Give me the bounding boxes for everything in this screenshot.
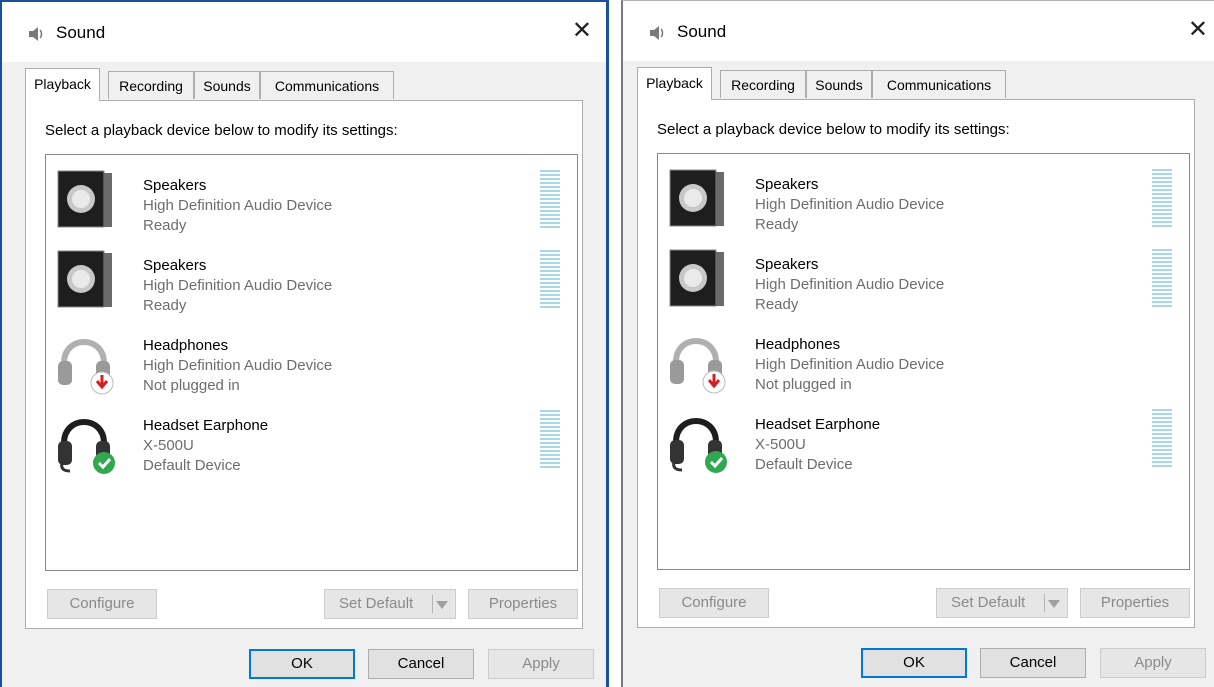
sound-dialog-right: Sound ✕ Playback Recording Sounds Commun… [621,0,1214,687]
headset-default-icon [58,419,115,474]
device-name: Headset Earphone [755,416,881,433]
device-status: Ready [143,297,187,314]
headphones-unplugged-icon [670,338,726,394]
playback-panel: Select a playback device below to modify… [637,99,1195,628]
speaker-icon [669,249,724,307]
device-name: Speakers [143,177,207,194]
split-divider [432,595,433,613]
chevron-down-icon[interactable] [436,601,448,609]
configure-button[interactable]: Configure [659,588,769,618]
instruction-text: Select a playback device below to modify… [657,121,1010,138]
tab-communications[interactable]: Communications [260,71,394,99]
instruction-text: Select a playback device below to modify… [45,122,398,139]
ok-button[interactable]: OK [249,649,355,679]
playback-panel: Select a playback device below to modify… [25,100,583,629]
device-description: X-500U [143,437,194,454]
tab-recording[interactable]: Recording [108,71,194,99]
properties-button[interactable]: Properties [468,589,578,619]
list-item[interactable]: Speakers High Definition Audio Device Re… [46,240,577,320]
device-description: High Definition Audio Device [143,197,333,214]
speaker-icon [669,169,724,227]
device-status: Not plugged in [755,376,852,393]
level-meter [540,250,560,310]
tab-sounds[interactable]: Sounds [194,71,260,99]
speaker-icon [650,26,664,40]
properties-button[interactable]: Properties [1080,588,1190,618]
list-item[interactable]: Headset Earphone X-500U Default Device [46,400,577,480]
set-default-label: Set Default [951,594,1026,611]
cancel-button[interactable]: Cancel [980,648,1086,678]
list-item[interactable]: Speakers High Definition Audio Device Re… [658,239,1189,319]
level-meter [540,410,560,470]
tab-playback[interactable]: Playback [25,68,100,101]
sound-dialog-left: Sound ✕ Playback Recording Sounds Commun… [0,0,609,687]
device-name: Headset Earphone [143,417,269,434]
list-item[interactable]: Speakers High Definition Audio Device Re… [658,159,1189,239]
set-default-button[interactable]: Set Default [324,589,456,619]
window-title: Sound [56,23,106,42]
apply-button[interactable]: Apply [1100,648,1206,678]
level-meter [540,170,560,230]
device-status: Ready [143,217,187,234]
device-status: Default Device [755,456,853,473]
level-meter [1152,169,1172,229]
device-status: Default Device [143,457,241,474]
list-item[interactable]: Headset Earphone X-500U Default Device [658,399,1189,479]
device-description: High Definition Audio Device [143,357,333,374]
level-meter [1152,409,1172,469]
chevron-down-icon[interactable] [1048,600,1060,608]
device-description: High Definition Audio Device [143,277,333,294]
device-description: X-500U [755,436,806,453]
apply-button[interactable]: Apply [488,649,594,679]
title-bar: Sound ✕ [623,1,1214,61]
cancel-button[interactable]: Cancel [368,649,474,679]
level-meter [1152,249,1172,309]
list-item[interactable]: Headphones High Definition Audio Device … [46,320,577,400]
close-icon[interactable]: ✕ [572,19,592,43]
list-item[interactable]: Speakers High Definition Audio Device Re… [46,160,577,240]
tab-recording[interactable]: Recording [720,70,806,98]
tab-playback[interactable]: Playback [637,67,712,100]
close-icon[interactable]: ✕ [1188,18,1208,42]
configure-button[interactable]: Configure [47,589,157,619]
device-name: Speakers [143,257,207,274]
device-description: High Definition Audio Device [755,196,945,213]
headphones-unplugged-icon [58,339,114,395]
speaker-icon [57,170,112,228]
tab-communications[interactable]: Communications [872,70,1006,98]
set-default-button[interactable]: Set Default [936,588,1068,618]
device-status: Not plugged in [143,377,240,394]
device-status: Ready [755,296,799,313]
window-title: Sound [677,22,727,41]
device-name: Headphones [143,337,229,354]
device-list[interactable]: Speakers High Definition Audio Device Re… [657,153,1190,570]
device-description: High Definition Audio Device [755,276,945,293]
device-status: Ready [755,216,799,233]
speaker-icon [57,250,112,308]
device-name: Headphones [755,336,841,353]
set-default-label: Set Default [339,595,414,612]
device-description: High Definition Audio Device [755,356,945,373]
tab-sounds[interactable]: Sounds [806,70,872,98]
split-divider [1044,594,1045,612]
device-list[interactable]: Speakers High Definition Audio Device Re… [45,154,578,571]
device-name: Speakers [755,256,819,273]
title-bar: Sound ✕ [2,2,606,62]
ok-button[interactable]: OK [861,648,967,678]
device-name: Speakers [755,176,819,193]
headset-default-icon [670,418,727,473]
speaker-icon [29,27,43,41]
list-item[interactable]: Headphones High Definition Audio Device … [658,319,1189,399]
